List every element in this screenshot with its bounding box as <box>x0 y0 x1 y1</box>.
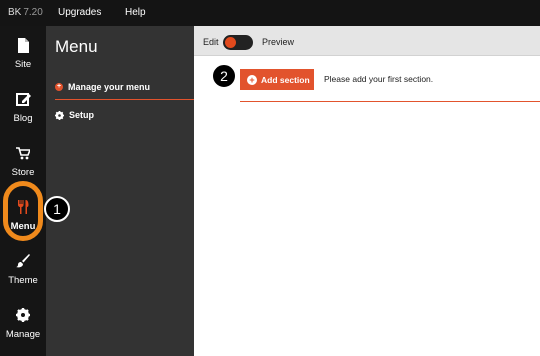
edit-icon <box>0 90 46 108</box>
sidebar-item-label: Store <box>11 167 35 178</box>
step-callout-1: 1 <box>44 196 70 222</box>
top-bar: BK 7.20 Upgrades Help <box>0 0 540 26</box>
help-link[interactable]: Help <box>125 7 146 18</box>
mode-toolbar: Edit Preview <box>194 26 540 56</box>
plus-circle-icon: + <box>55 83 63 91</box>
sidebar-item-theme[interactable]: Theme <box>0 242 46 296</box>
version-text: 7.20 <box>23 7 43 18</box>
sidebar-item-label: Manage <box>5 329 41 340</box>
brush-icon <box>0 252 46 270</box>
sidebar-item-label: Site <box>14 59 32 70</box>
main-content: Edit Preview + Add section Please add yo… <box>194 26 540 356</box>
sidebar-item-store[interactable]: Store <box>0 134 46 188</box>
section-panel: Menu + Manage your menu Setup <box>46 26 194 356</box>
content-divider <box>240 101 540 102</box>
sidebar-item-site[interactable]: Site <box>0 26 46 80</box>
logo-text: BK <box>8 7 22 18</box>
sidebar-item-manage[interactable]: Manage <box>0 296 46 350</box>
panel-title: Menu <box>55 37 98 56</box>
sidebar-item-label: Theme <box>8 275 38 286</box>
sidebar-item-label: Blog <box>13 113 33 124</box>
edit-label: Edit <box>203 37 219 47</box>
manage-menu-label: Manage your menu <box>68 82 151 92</box>
cart-icon <box>0 144 46 162</box>
sidebar-item-blog[interactable]: Blog <box>0 80 46 134</box>
highlight-ring <box>3 181 43 241</box>
page-icon <box>0 36 46 54</box>
app-logo[interactable]: BK 7.20 <box>8 7 43 18</box>
preview-label: Preview <box>262 37 295 47</box>
gear-icon <box>55 110 64 120</box>
upgrades-link[interactable]: Upgrades <box>58 7 101 18</box>
manage-menu-item[interactable]: + Manage your menu <box>55 82 150 92</box>
setup-label: Setup <box>69 110 95 120</box>
add-section-label: Add section <box>261 74 310 85</box>
toggle-knob <box>225 37 236 48</box>
edit-preview-toggle[interactable] <box>223 35 253 50</box>
step-callout-2: 2 <box>211 63 237 89</box>
plus-icon: + <box>247 74 257 85</box>
setup-item[interactable]: Setup <box>55 110 94 120</box>
empty-state-hint: Please add your first section. <box>324 74 434 84</box>
add-section-button[interactable]: + Add section <box>240 69 314 90</box>
active-underline <box>55 99 194 100</box>
gear-icon <box>0 306 46 324</box>
